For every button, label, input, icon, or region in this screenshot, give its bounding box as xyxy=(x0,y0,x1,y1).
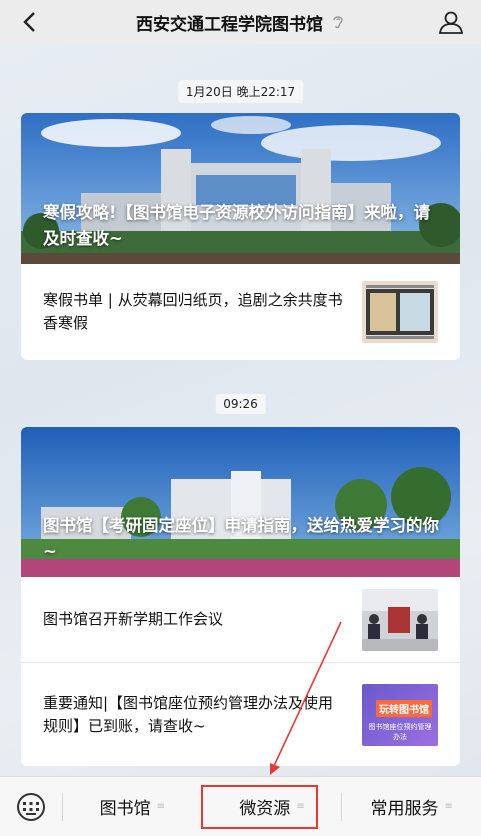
menu-item-label: 图书馆 xyxy=(99,799,151,819)
main-article[interactable]: 寒假攻略!【图书馆电子资源校外访问指南】来啦，请及时查收~ xyxy=(21,113,460,264)
main-article-title: 图书馆【考研固定座位】申请指南，送给热爱学习的你~ xyxy=(43,516,439,561)
back-button[interactable] xyxy=(14,6,46,38)
top-bar: 西安交通工程学院图书馆 xyxy=(0,0,481,44)
message-timestamp: 09:26 xyxy=(215,394,266,414)
article-card: 寒假攻略!【图书馆电子资源校外访问指南】来啦，请及时查收~ 寒假书单 | 从荧幕… xyxy=(21,113,460,360)
menu-item-micro-resources[interactable]: 微资源 ≡ xyxy=(203,777,342,836)
sub-article-title: 图书馆召开新学期工作会议 xyxy=(43,610,224,628)
keyboard-icon xyxy=(17,792,45,821)
meeting-thumbnail xyxy=(362,588,438,651)
chevron-left-icon xyxy=(23,12,35,32)
menu-item-library[interactable]: 图书馆 ≡ xyxy=(63,777,202,836)
main-article[interactable]: 图书馆【考研固定座位】申请指南，送给热爱学习的你~ xyxy=(21,427,460,577)
sub-article-title: 重要通知|【图书馆座位预约管理办法及使用规则】已到账，请查收~ xyxy=(43,693,334,735)
ear-icon xyxy=(333,16,343,29)
sub-article[interactable]: 重要通知|【图书馆座位预约管理办法及使用规则】已到账，请查收~ 玩转图书馆 图书… xyxy=(21,662,460,766)
message-timestamp: 1月20日 晚上22:17 xyxy=(177,80,304,103)
sub-article[interactable]: 寒假书单 | 从荧幕回归纸页，追剧之余共度书香寒假 xyxy=(21,264,460,360)
page-title: 西安交通工程学院图书馆 xyxy=(136,14,323,35)
bottom-menu: 图书馆 ≡ 微资源 ≡ 常用服务 ≡ xyxy=(0,776,481,836)
menu-item-label: 微资源 xyxy=(239,799,291,819)
menu-item-common-services[interactable]: 常用服务 ≡ xyxy=(342,777,481,836)
article-card: 图书馆【考研固定座位】申请指南，送给热爱学习的你~ 图书馆召开新学期工作会议 重… xyxy=(21,427,460,766)
keyboard-toggle-button[interactable] xyxy=(0,777,62,836)
person-icon xyxy=(438,11,464,34)
thumbnail-banner-title: 玩转图书馆 xyxy=(376,699,432,717)
booklist-thumbnail xyxy=(362,281,438,343)
menu-dots-icon: ≡ xyxy=(156,801,166,812)
sub-article[interactable]: 图书馆召开新学期工作会议 xyxy=(21,577,460,662)
main-article-title: 寒假攻略!【图书馆电子资源校外访问指南】来啦，请及时查收~ xyxy=(43,203,431,248)
profile-button[interactable] xyxy=(435,6,467,38)
reservation-thumbnail: 玩转图书馆 图书馆座位预约管理办法 xyxy=(362,683,438,746)
menu-item-label: 常用服务 xyxy=(370,799,439,819)
menu-dots-icon: ≡ xyxy=(296,801,305,812)
sub-article-title: 寒假书单 | 从荧幕回归纸页，追剧之余共度书香寒假 xyxy=(43,291,343,332)
menu-dots-icon: ≡ xyxy=(444,801,453,812)
thumbnail-banner-sub: 图书馆座位预约管理办法 xyxy=(368,722,432,741)
